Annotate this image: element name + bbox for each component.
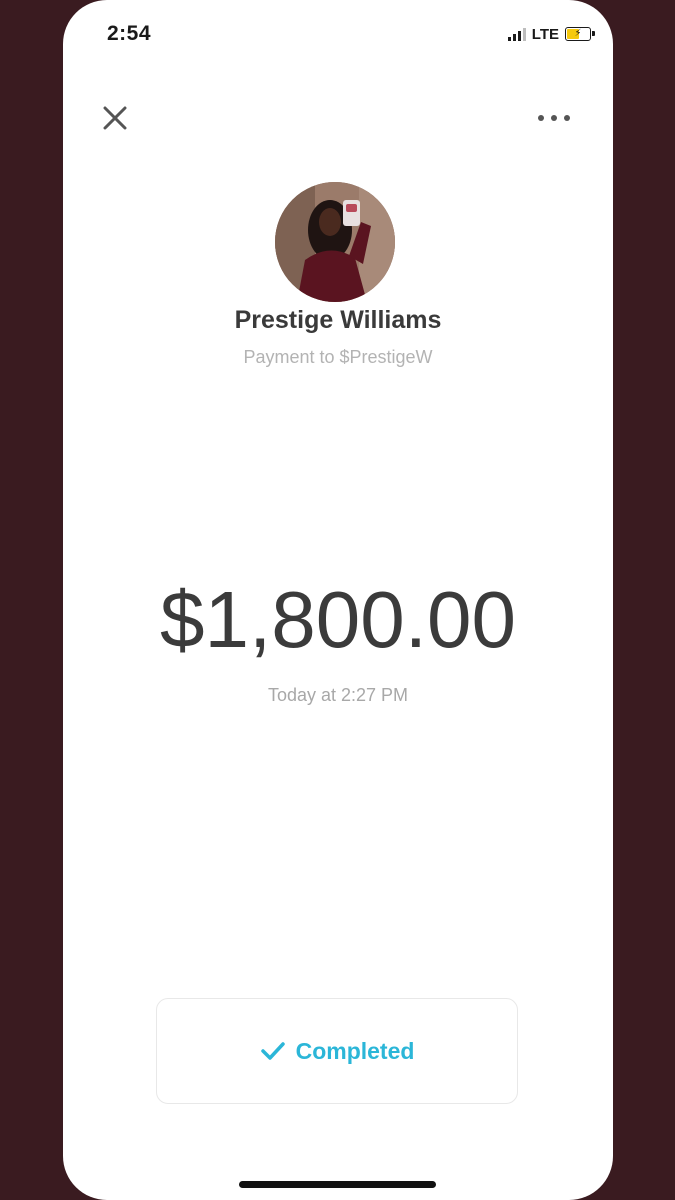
status-badge[interactable]: Completed <box>156 998 518 1104</box>
payment-timestamp: Today at 2:27 PM <box>267 685 409 705</box>
avatar <box>275 182 395 302</box>
close-icon <box>103 106 127 130</box>
profile-photo <box>275 182 395 302</box>
battery-charging-icon: ⚡ <box>565 27 595 41</box>
payment-subtitle: Payment to $PrestigeW <box>243 347 433 367</box>
payment-amount: $1,800.00 <box>160 575 516 664</box>
recipient-name: Prestige Williams <box>234 306 442 334</box>
signal-icon <box>507 27 526 41</box>
close-button[interactable] <box>97 100 133 136</box>
more-options-icon <box>538 115 544 121</box>
network-label: LTE <box>531 25 559 43</box>
status-time: 2:54 <box>107 22 152 45</box>
checkmark-icon <box>260 1042 285 1060</box>
status-indicators: LTE ⚡ <box>507 24 595 44</box>
status-label: Completed <box>295 1037 415 1064</box>
home-indicator[interactable] <box>239 1181 436 1188</box>
phone-screen: 2:54 LTE ⚡ Prestige Williams Payment to … <box>63 0 613 1200</box>
more-options-button[interactable] <box>529 104 579 132</box>
